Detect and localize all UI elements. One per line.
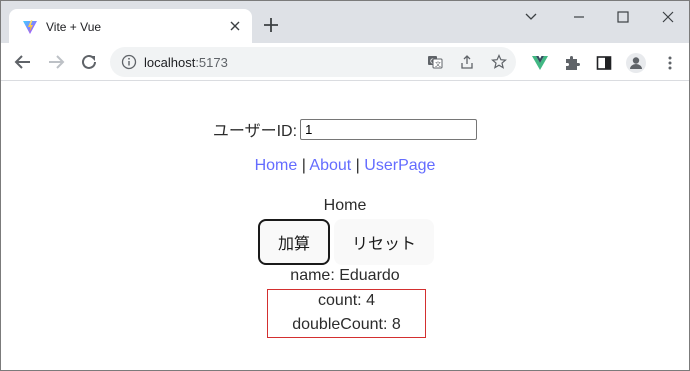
close-icon[interactable] <box>227 18 243 34</box>
url-text: localhost:5173 <box>144 55 228 70</box>
counter-box: count: 4 doubleCount: 8 <box>267 289 426 338</box>
nav-separator: | <box>297 157 310 174</box>
nav-separator: | <box>351 157 365 174</box>
count-display: count: 4 <box>318 292 375 309</box>
add-button[interactable]: 加算 <box>258 219 330 265</box>
puzzle-icon[interactable] <box>563 54 581 72</box>
vite-logo-icon <box>23 20 37 34</box>
share-icon[interactable] <box>459 54 475 70</box>
userid-input[interactable] <box>300 118 478 140</box>
profile-icon[interactable] <box>625 52 647 74</box>
arrow-right-icon[interactable] <box>45 51 67 73</box>
address-bar[interactable]: localhost:5173 G文 <box>110 47 516 77</box>
nav-link-userpage[interactable]: UserPage <box>364 157 435 174</box>
plus-icon[interactable] <box>261 15 281 35</box>
page-title: Home <box>323 197 367 214</box>
userid-label: ユーザーID: <box>212 123 298 140</box>
info-icon[interactable] <box>121 54 137 70</box>
page-content: ユーザーID: Home | About | UserPage Home 加算 … <box>1 82 689 371</box>
nav-link-about[interactable]: About <box>309 157 351 174</box>
side-panel-icon[interactable] <box>595 54 613 72</box>
kebab-menu-icon[interactable] <box>661 54 679 72</box>
reset-button[interactable]: リセット <box>334 219 434 265</box>
maximize-icon[interactable] <box>613 9 633 25</box>
browser-toolbar: localhost:5173 G文 <box>1 43 689 81</box>
svg-text:文: 文 <box>435 61 441 69</box>
vue-icon[interactable] <box>531 54 549 72</box>
browser-window: Vite + Vue localhost:5173 G文 <box>0 0 690 371</box>
translate-icon[interactable]: G文 <box>427 54 443 70</box>
double-count-display: doubleCount: 8 <box>292 316 401 333</box>
browser-tab[interactable]: Vite + Vue <box>9 9 252 43</box>
minimize-icon[interactable] <box>569 9 589 25</box>
url-host: localhost <box>144 55 196 70</box>
nav-link-home[interactable]: Home <box>255 157 298 174</box>
tab-title: Vite + Vue <box>46 20 102 34</box>
tab-strip: Vite + Vue <box>1 1 689 43</box>
star-icon[interactable] <box>491 54 507 70</box>
chevron-down-icon[interactable] <box>521 9 541 25</box>
window-close-icon[interactable] <box>658 9 678 25</box>
url-port: :5173 <box>195 55 228 70</box>
reload-icon[interactable] <box>78 51 100 73</box>
arrow-left-icon[interactable] <box>12 51 34 73</box>
name-display: name: Eduardo <box>290 267 400 284</box>
userid-row: ユーザーID: <box>1 117 689 141</box>
router-nav: Home | About | UserPage <box>1 157 689 175</box>
